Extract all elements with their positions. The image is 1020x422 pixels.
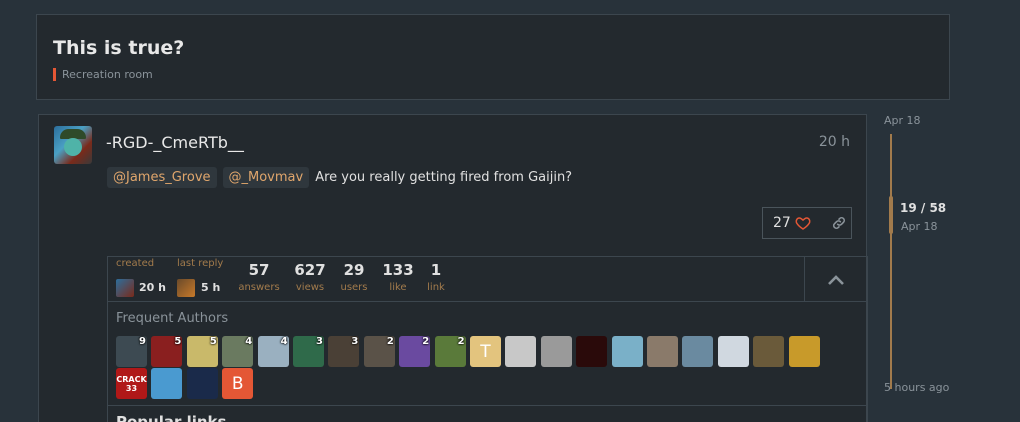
- stat-users-value: 29: [343, 261, 365, 279]
- stat-views-value: 627: [294, 261, 326, 279]
- mention-link[interactable]: @James_Grove: [107, 167, 217, 188]
- avatar[interactable]: 2: [363, 336, 395, 367]
- post-count-badge: 2: [422, 336, 430, 347]
- avatar[interactable]: [647, 336, 678, 367]
- avatar[interactable]: [753, 336, 785, 367]
- avatar[interactable]: [717, 336, 749, 367]
- avatar[interactable]: B: [222, 368, 254, 399]
- post-body: @James_Grove @_Movmav Are you really get…: [107, 167, 572, 188]
- post-count-badge: 4: [245, 336, 253, 347]
- avatar-letter: B: [231, 373, 244, 394]
- chevron-up-icon: [828, 274, 844, 285]
- timeline-position: 19 / 58: [900, 201, 947, 215]
- timeline-start-date[interactable]: Apr 18: [884, 114, 921, 127]
- category-badge[interactable]: Recreation room: [53, 68, 153, 81]
- post-actions: 27: [762, 207, 852, 239]
- timeline-scroll-handle[interactable]: [889, 196, 893, 234]
- avatar-letter: T: [480, 341, 491, 362]
- last-reply-time[interactable]: 5 h: [201, 281, 220, 294]
- stat-links-value: 1: [430, 261, 442, 279]
- created-time[interactable]: 20 h: [139, 281, 166, 294]
- avatar[interactable]: [576, 336, 608, 367]
- mention-link[interactable]: @_Movmav: [222, 167, 310, 188]
- avatar[interactable]: [151, 368, 183, 399]
- stat-answers-value: 57: [248, 261, 270, 279]
- frequent-authors-title: Frequent Authors: [116, 311, 229, 326]
- avatar-text: CRACK 33: [116, 374, 147, 393]
- category-label: Recreation room: [62, 68, 153, 81]
- post: -RGD-_CmeRTb__ 20 h @James_Grove @_Movma…: [38, 114, 868, 422]
- topic-map: created 20 h last reply 5 h 57 answers 6…: [107, 256, 868, 422]
- post-count-badge: 2: [457, 336, 465, 347]
- avatar[interactable]: 4: [257, 336, 289, 367]
- last-reply-label: last reply: [177, 258, 224, 269]
- timeline-scrollarea[interactable]: [890, 134, 892, 389]
- post-count-badge: 5: [209, 336, 217, 347]
- avatar[interactable]: 9: [116, 336, 147, 367]
- avatar[interactable]: 3: [293, 336, 324, 367]
- heart-icon[interactable]: [795, 215, 811, 231]
- topic-header: This is true? Recreation room: [36, 14, 950, 100]
- post-count-badge: 4: [280, 336, 288, 347]
- avatar[interactable]: [540, 336, 572, 367]
- created-label: created: [116, 258, 155, 269]
- avatar[interactable]: [505, 336, 537, 367]
- avatar[interactable]: [116, 279, 134, 297]
- post-count-badge: 3: [316, 336, 323, 347]
- category-color-bar: [53, 68, 56, 81]
- popular-links-title: Popular links: [116, 413, 227, 422]
- avatar[interactable]: CRACK 33: [116, 368, 147, 399]
- stat-views-label: views: [295, 282, 325, 293]
- avatar[interactable]: 5: [186, 336, 218, 367]
- avatar[interactable]: [177, 279, 195, 297]
- avatar[interactable]: [54, 126, 92, 164]
- avatar[interactable]: [682, 336, 714, 367]
- timeline-position-date: Apr 18: [901, 220, 938, 233]
- avatar[interactable]: 4: [222, 336, 254, 367]
- topic-timeline: Apr 18 19 / 58 Apr 18 5 hours ago: [880, 112, 1000, 412]
- topic-map-toggle-button[interactable]: [804, 257, 867, 302]
- post-username[interactable]: -RGD-_CmeRTb__: [106, 133, 244, 152]
- avatar[interactable]: 5: [151, 336, 183, 367]
- avatar[interactable]: 3: [328, 336, 360, 367]
- stat-answers-label: answers: [238, 282, 280, 293]
- post-count-badge: 9: [139, 336, 146, 347]
- avatar[interactable]: [788, 336, 820, 367]
- post-text: Are you really getting fired from Gaijin…: [315, 170, 573, 185]
- divider: [108, 405, 867, 406]
- post-count-badge: 5: [174, 336, 182, 347]
- avatar[interactable]: [611, 336, 643, 367]
- avatar[interactable]: [186, 368, 218, 399]
- stat-users-label: users: [340, 282, 368, 293]
- avatar[interactable]: 2: [399, 336, 431, 367]
- like-count[interactable]: 27: [773, 215, 791, 231]
- avatar[interactable]: T: [470, 336, 501, 367]
- link-icon[interactable]: [831, 215, 847, 231]
- avatar[interactable]: 2: [434, 336, 466, 367]
- timeline-end-date[interactable]: 5 hours ago: [884, 381, 949, 394]
- topic-title[interactable]: This is true?: [53, 37, 184, 59]
- stat-links-label: link: [427, 282, 445, 293]
- post-time[interactable]: 20 h: [819, 134, 850, 150]
- topic-map-summary: created 20 h last reply 5 h 57 answers 6…: [108, 257, 867, 302]
- post-count-badge: 2: [386, 336, 394, 347]
- post-count-badge: 3: [351, 336, 359, 347]
